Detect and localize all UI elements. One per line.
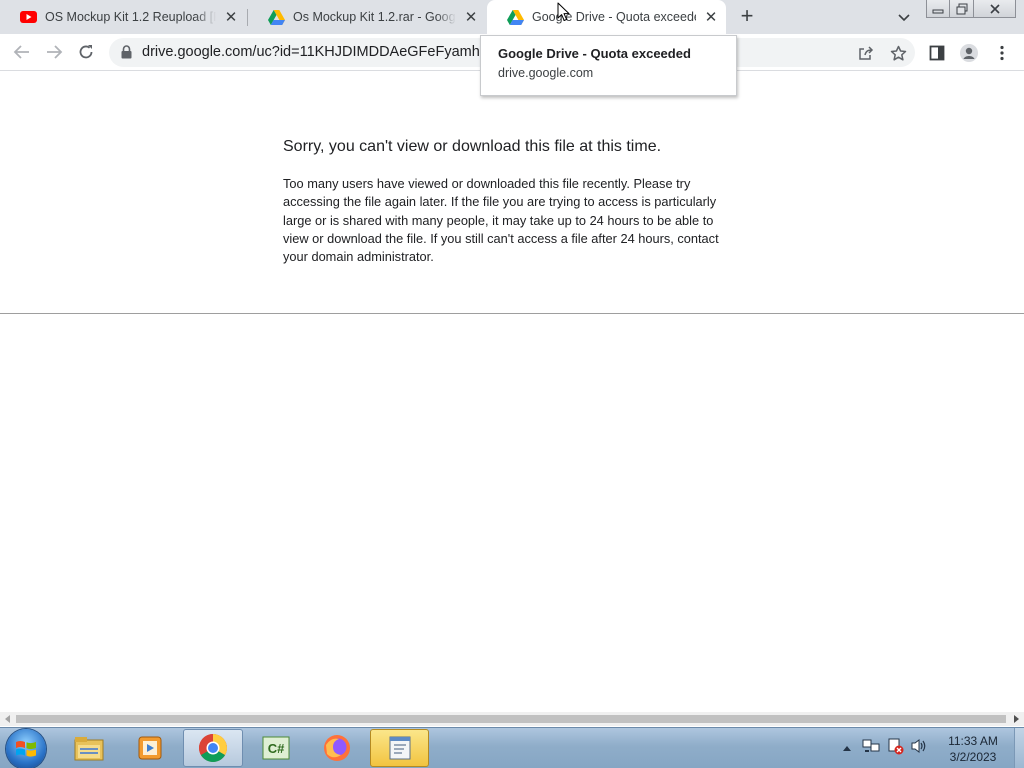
action-center-alert-icon[interactable] <box>886 737 904 760</box>
folder-icon <box>74 737 104 761</box>
show-hidden-icons-icon[interactable] <box>842 739 852 757</box>
horizontal-scrollbar[interactable] <box>0 712 1024 726</box>
taskbar-active-tool[interactable] <box>370 729 429 767</box>
taskbar-file-explorer[interactable] <box>59 729 119 767</box>
browser-window: OS Mockup Kit 1.2 Reupload [Re ✕ Os Mock… <box>0 0 1024 768</box>
taskbar-media-player[interactable] <box>120 729 180 767</box>
restore-button[interactable] <box>950 0 974 18</box>
forward-arrow-icon[interactable] <box>42 40 66 64</box>
clock-time: 11:33 AM <box>948 734 998 748</box>
tab-strip: OS Mockup Kit 1.2 Reupload [Re ✕ Os Mock… <box>0 0 1024 34</box>
clock-date: 3/2/2023 <box>949 750 997 764</box>
tab-hover-tooltip: Google Drive - Quota exceeded drive.goog… <box>480 35 737 96</box>
scroll-right-arrow-icon[interactable] <box>1014 715 1019 723</box>
tab-title: OS Mockup Kit 1.2 Reupload [Re <box>45 10 216 24</box>
profile-avatar-icon[interactable] <box>959 43 979 63</box>
tab-quota-exceeded[interactable]: Google Drive - Quota exceeded ✕ <box>487 0 726 34</box>
tab-youtube[interactable]: OS Mockup Kit 1.2 Reupload [Re ✕ <box>0 0 246 34</box>
window-controls <box>926 0 1016 18</box>
error-message: Too many users have viewed or downloaded… <box>283 176 719 265</box>
new-tab-button[interactable]: + <box>736 5 758 28</box>
taskbar-csharp-editor[interactable]: C# <box>246 729 306 767</box>
page-content: Sorry, you can't view or download this f… <box>0 72 1024 712</box>
chrome-icon <box>199 734 227 762</box>
url-text[interactable]: drive.google.com/uc?id=11KHJDIMDDAeGFeFy… <box>142 44 482 60</box>
network-icon[interactable] <box>862 738 880 759</box>
system-tray <box>842 728 928 768</box>
lock-icon[interactable] <box>121 45 132 59</box>
app-window-icon <box>389 736 410 760</box>
tab-google-drive-file[interactable]: Os Mockup Kit 1.2.rar - Google D ✕ <box>248 0 486 34</box>
tooltip-title: Google Drive - Quota exceeded <box>498 46 691 61</box>
share-icon[interactable] <box>857 44 875 62</box>
reload-icon[interactable] <box>74 40 98 64</box>
minimize-button[interactable] <box>926 0 950 18</box>
taskbar: C# 11:33 AM 3/2/2023 <box>0 727 1024 768</box>
side-panel-icon[interactable] <box>927 43 947 63</box>
youtube-icon <box>20 9 37 26</box>
csharp-icon: C# <box>262 736 290 760</box>
divider <box>0 313 1024 314</box>
firefox-icon <box>324 735 350 761</box>
google-drive-icon <box>507 9 524 26</box>
start-button[interactable] <box>6 729 46 768</box>
menu-kebab-icon[interactable] <box>992 43 1012 63</box>
windows-logo-icon <box>16 741 36 757</box>
tooltip-url: drive.google.com <box>498 66 594 80</box>
svg-text:C#: C# <box>268 741 285 756</box>
taskbar-chrome[interactable] <box>183 729 243 767</box>
tab-search-chevron-icon[interactable] <box>896 9 914 25</box>
scroll-left-arrow-icon[interactable] <box>5 715 10 723</box>
show-desktop-button[interactable] <box>1014 728 1024 768</box>
system-clock[interactable]: 11:33 AM 3/2/2023 <box>937 733 1009 765</box>
tab-title: Os Mockup Kit 1.2.rar - Google D <box>293 10 456 24</box>
mouse-cursor-icon <box>557 2 571 22</box>
media-player-icon <box>138 736 162 760</box>
google-drive-icon <box>268 9 285 26</box>
back-arrow-icon[interactable] <box>10 40 34 64</box>
error-heading: Sorry, you can't view or download this f… <box>283 138 662 155</box>
window-close-button[interactable] <box>974 0 1016 18</box>
volume-icon[interactable] <box>910 738 928 759</box>
bookmark-star-icon[interactable] <box>889 44 907 62</box>
taskbar-firefox[interactable] <box>307 729 367 767</box>
close-icon[interactable]: ✕ <box>462 8 480 26</box>
close-icon[interactable]: ✕ <box>222 8 240 26</box>
close-icon[interactable]: ✕ <box>702 8 720 26</box>
scrollbar-thumb[interactable] <box>16 715 1006 723</box>
